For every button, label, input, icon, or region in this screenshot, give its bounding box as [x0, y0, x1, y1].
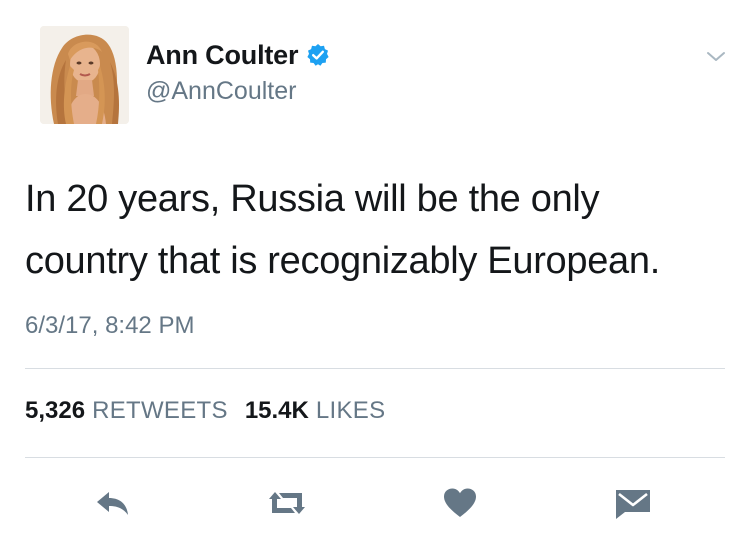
envelope-icon: [616, 490, 650, 519]
avatar[interactable]: [40, 26, 129, 124]
reply-icon: [97, 492, 128, 515]
tweet-text-line: In 20 years, Russia will be the only: [25, 178, 600, 220]
retweets-label[interactable]: RETWEETS: [92, 397, 228, 425]
retweets-count[interactable]: 5,326: [25, 397, 85, 425]
retweet-icon: [269, 492, 305, 514]
display-name[interactable]: Ann Coulter: [146, 40, 298, 71]
heart-icon: [444, 488, 476, 517]
likes-count[interactable]: 15.4K: [245, 397, 309, 425]
tweet-stats: 5,326 RETWEETS 15.4K LIKES: [25, 397, 385, 425]
verified-badge-icon: [306, 43, 330, 67]
avatar-image: [40, 26, 129, 124]
tweet-text: In 20 years, Russia will be the only cou…: [25, 168, 725, 292]
tweet-card: Ann Coulter @AnnCoulter In 20 years, Rus…: [0, 0, 748, 547]
tweet-timestamp[interactable]: 6/3/17, 8:42 PM: [25, 312, 194, 340]
divider: [25, 457, 725, 458]
retweet-button[interactable]: [264, 486, 310, 520]
like-button[interactable]: [440, 486, 480, 520]
tweet-text-line: country that is recognizably European.: [25, 240, 660, 282]
divider: [25, 368, 725, 369]
chevron-down-icon[interactable]: [703, 47, 729, 67]
reply-button[interactable]: [93, 486, 133, 520]
author-name-row[interactable]: Ann Coulter: [146, 38, 330, 72]
user-handle[interactable]: @AnnCoulter: [146, 77, 296, 106]
likes-label[interactable]: LIKES: [316, 397, 386, 425]
direct-message-button[interactable]: [612, 486, 654, 520]
